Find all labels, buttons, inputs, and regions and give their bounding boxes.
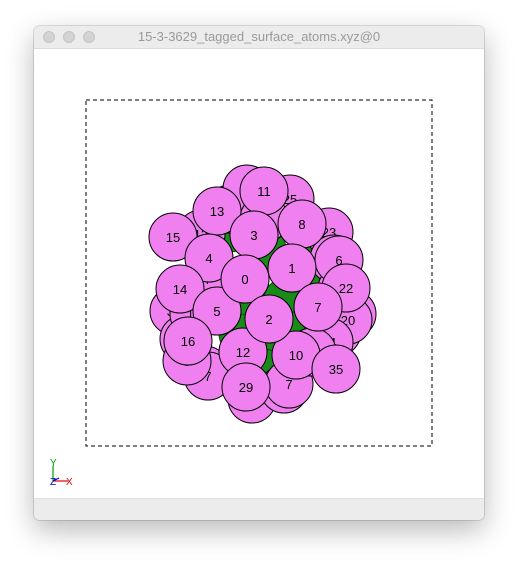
atom-label: 29 [239,380,253,395]
surface-atom[interactable]: 2 [244,294,294,344]
z-axis-label: Z [50,477,56,488]
atom-label: 10 [289,348,303,363]
atom-label: 7 [285,377,292,392]
atom-label: 0 [241,272,248,287]
surface-atom[interactable]: 3 [229,210,279,260]
atom-label: 12 [236,345,250,360]
atom-label: 11 [257,184,271,199]
surface-atom[interactable]: 7 [293,282,343,332]
surface-atom[interactable]: 11 [239,166,289,216]
app-window: 15-3-3629_tagged_surface_atoms.xyz@0 322… [34,26,484,520]
y-axis-label: Y [50,458,57,469]
axis-indicator: Y X Z [50,458,73,488]
atom-label: 22 [339,281,353,296]
surface-atom[interactable]: 16 [163,316,213,366]
surface-atom[interactable]: 35 [311,344,361,394]
status-bar [34,498,484,520]
atom-label: 3 [250,228,257,243]
molecule-view[interactable]: 3225233170183323147122201324352701311158… [34,49,484,498]
surface-atom[interactable]: 8 [277,199,327,249]
viewer-canvas[interactable]: 3225233170183323147122201324352701311158… [34,49,484,498]
x-axis-label: X [66,477,73,488]
title-bar[interactable]: 15-3-3629_tagged_surface_atoms.xyz@0 [34,26,484,49]
atom-label: 2 [265,312,272,327]
atom-label: 7 [314,300,321,315]
atom-label: 14 [173,282,187,297]
surface-atom[interactable]: 29 [221,362,271,412]
atom-label: 5 [213,304,220,319]
window-title: 15-3-3629_tagged_surface_atoms.xyz@0 [137,29,381,44]
atom-label: 35 [329,362,343,377]
surface-atom-layer: 3225233170183323147122201324352701311158… [148,164,377,424]
atom-label: 4 [205,251,212,266]
atom-label: 16 [181,334,195,349]
atom-label: 8 [298,217,305,232]
atom-label: 15 [166,230,180,245]
atom-label: 13 [210,204,224,219]
atom-label: 1 [288,261,295,276]
